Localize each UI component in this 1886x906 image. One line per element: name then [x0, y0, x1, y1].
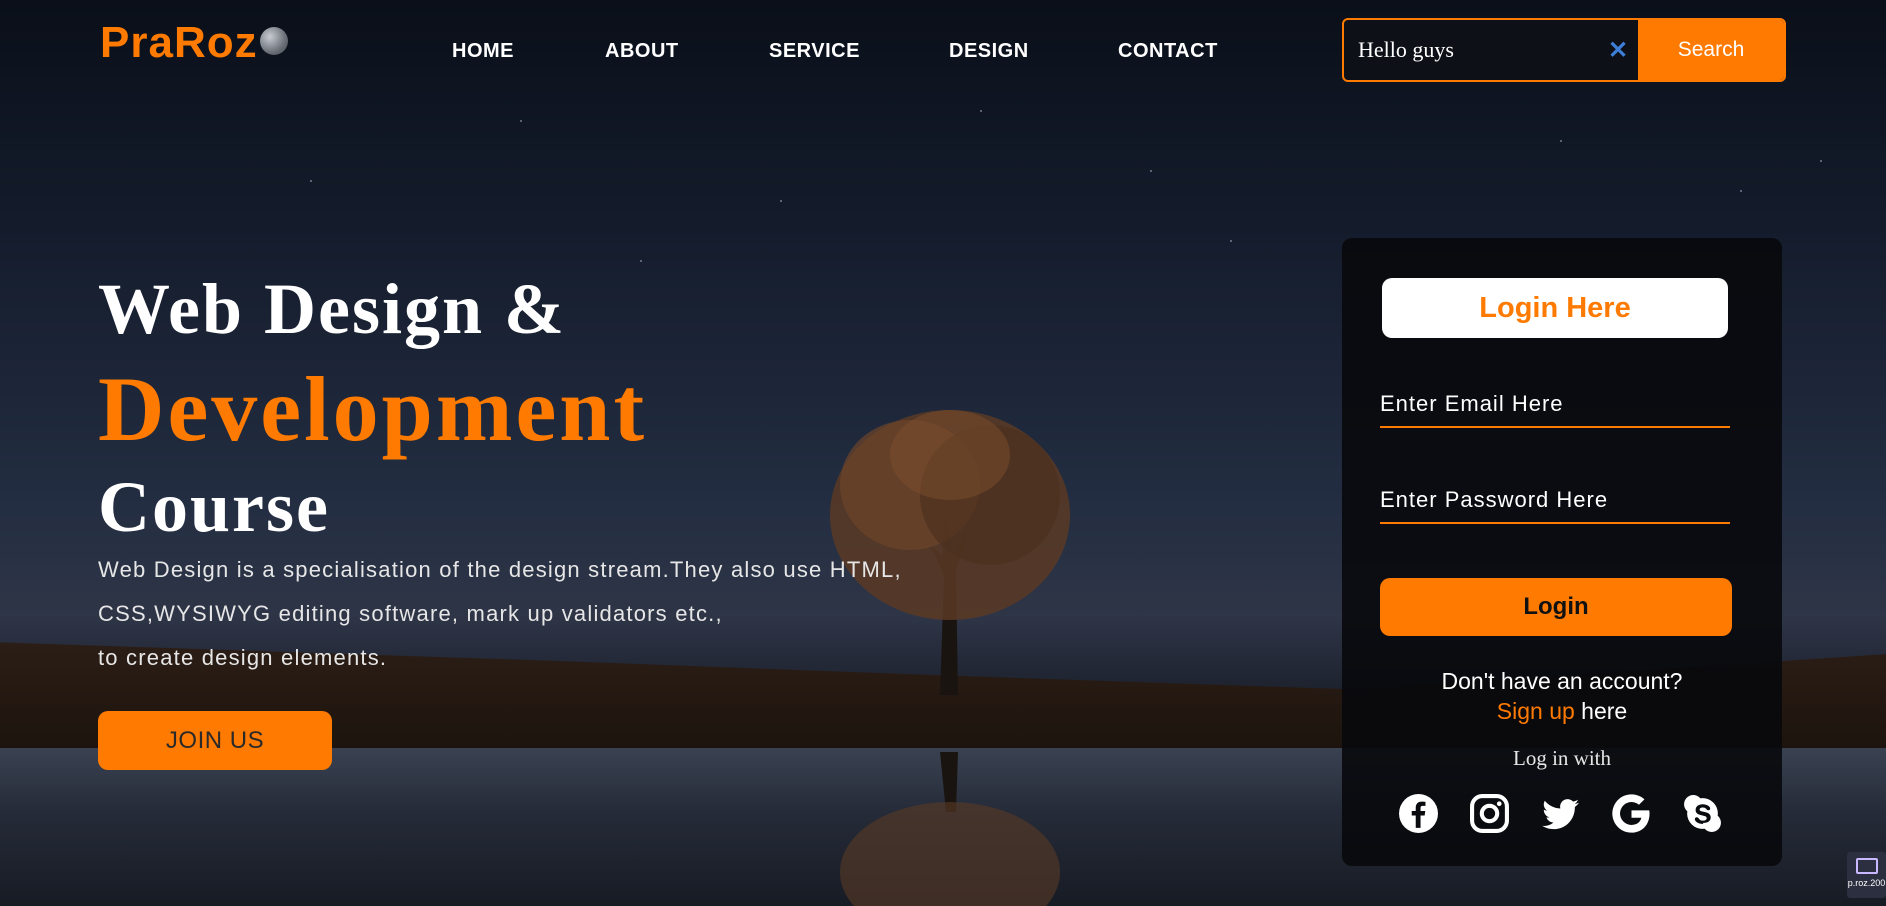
- clear-search-icon[interactable]: ✕: [1598, 20, 1638, 80]
- nav-item-contact[interactable]: CONTACT: [1118, 40, 1218, 63]
- login-title: Login Here: [1382, 278, 1728, 338]
- hero-description-line: Web Design is a specialisation of the de…: [98, 557, 902, 582]
- watermark-badge: p.roz.200: [1847, 852, 1886, 898]
- hero-description: Web Design is a specialisation of the de…: [98, 548, 998, 680]
- twitter-icon[interactable]: [1540, 793, 1581, 834]
- hero-title-line3: Course: [98, 467, 330, 547]
- instagram-icon[interactable]: [1469, 793, 1510, 834]
- login-card: Login Here Login Don't have an account? …: [1342, 238, 1782, 866]
- hero-title-line1: Web Design &: [98, 269, 567, 349]
- signup-link[interactable]: Sign up: [1497, 698, 1575, 724]
- search-bar: ✕ Search: [1342, 18, 1786, 82]
- nav-item-home[interactable]: HOME: [452, 40, 514, 63]
- nav-item-about[interactable]: ABOUT: [605, 40, 679, 63]
- signup-prompt: Don't have an account? Sign up here: [1342, 666, 1782, 726]
- search-button[interactable]: Search: [1638, 20, 1784, 80]
- watermark-text: p.roz.200: [1847, 878, 1886, 888]
- google-icon[interactable]: [1611, 793, 1652, 834]
- login-button[interactable]: Login: [1380, 578, 1732, 636]
- search-input[interactable]: [1344, 20, 1598, 80]
- password-field[interactable]: [1380, 478, 1730, 524]
- brand-logo[interactable]: PraRoz: [100, 18, 288, 68]
- channel-icon: [1855, 858, 1878, 874]
- hero-description-line: CSS,WYSIWYG editing software, mark up va…: [98, 601, 723, 626]
- facebook-icon[interactable]: [1398, 793, 1439, 834]
- signup-suffix: here: [1574, 698, 1628, 724]
- no-account-text: Don't have an account?: [1441, 668, 1683, 694]
- join-us-button[interactable]: JOIN US: [98, 711, 332, 770]
- nav-item-design[interactable]: DESIGN: [949, 40, 1029, 63]
- skype-icon[interactable]: [1682, 793, 1723, 834]
- brand-name: PraRoz: [100, 18, 258, 67]
- hero-title-line2: Development: [98, 358, 648, 460]
- nav-item-service[interactable]: SERVICE: [769, 40, 860, 63]
- email-field[interactable]: [1380, 382, 1730, 428]
- hero-description-line: to create design elements.: [98, 645, 388, 670]
- tree-reflection: [840, 752, 1060, 906]
- social-login-icons: [1398, 793, 1723, 834]
- login-with-label: Log in with: [1513, 746, 1611, 770]
- moon-icon: [259, 27, 288, 56]
